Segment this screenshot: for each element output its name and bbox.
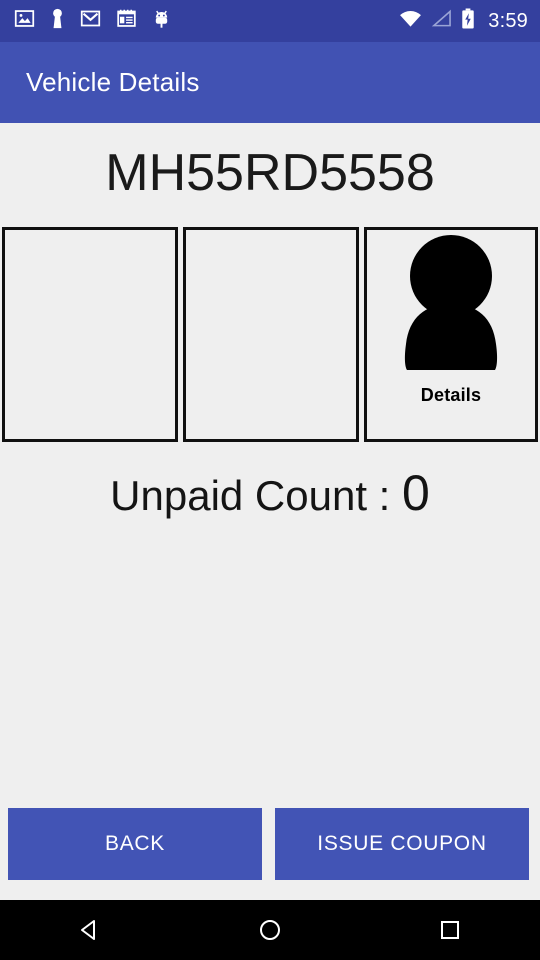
gmail-icon bbox=[80, 8, 101, 34]
keyhole-person-icon bbox=[50, 8, 65, 34]
app-screen: 3:59 Vehicle Details MH55RD5558 Details bbox=[0, 0, 540, 960]
person-icon bbox=[395, 234, 507, 377]
status-bar-system-icons: 3:59 bbox=[399, 8, 528, 34]
status-bar: 3:59 bbox=[0, 0, 540, 42]
android-nav-bar bbox=[0, 900, 540, 960]
battery-charging-icon bbox=[461, 8, 475, 34]
tile-empty-1[interactable] bbox=[2, 227, 178, 442]
unpaid-count-label: Unpaid Count : bbox=[110, 472, 403, 519]
main-content: MH55RD5558 Details Unpaid Count : 0 bbox=[0, 123, 540, 836]
app-bar: Vehicle Details bbox=[0, 42, 540, 123]
vehicle-number: MH55RD5558 bbox=[105, 144, 435, 202]
wifi-icon bbox=[399, 9, 422, 33]
tile-empty-2[interactable] bbox=[183, 227, 359, 442]
page-title: Vehicle Details bbox=[26, 67, 200, 97]
nav-back-icon[interactable] bbox=[55, 900, 125, 960]
tile-row: Details bbox=[2, 227, 538, 442]
bottom-button-bar: BACK ISSUE COUPON bbox=[0, 808, 540, 880]
tile-details-label: Details bbox=[420, 385, 482, 405]
unpaid-count-value: 0 bbox=[402, 465, 430, 521]
calendar-icon bbox=[116, 8, 137, 34]
nav-home-icon[interactable] bbox=[235, 900, 305, 960]
nav-recents-icon[interactable] bbox=[415, 900, 485, 960]
signal-icon bbox=[431, 9, 452, 33]
tile-details[interactable]: Details bbox=[364, 227, 538, 442]
photos-icon bbox=[14, 8, 35, 34]
back-button[interactable]: BACK bbox=[8, 808, 262, 880]
issue-coupon-button[interactable]: ISSUE COUPON bbox=[275, 808, 529, 880]
status-bar-notification-icons bbox=[14, 8, 399, 34]
status-bar-clock: 3:59 bbox=[488, 10, 528, 32]
unpaid-count-row: Unpaid Count : 0 bbox=[0, 468, 540, 518]
android-bug-icon bbox=[152, 8, 171, 34]
